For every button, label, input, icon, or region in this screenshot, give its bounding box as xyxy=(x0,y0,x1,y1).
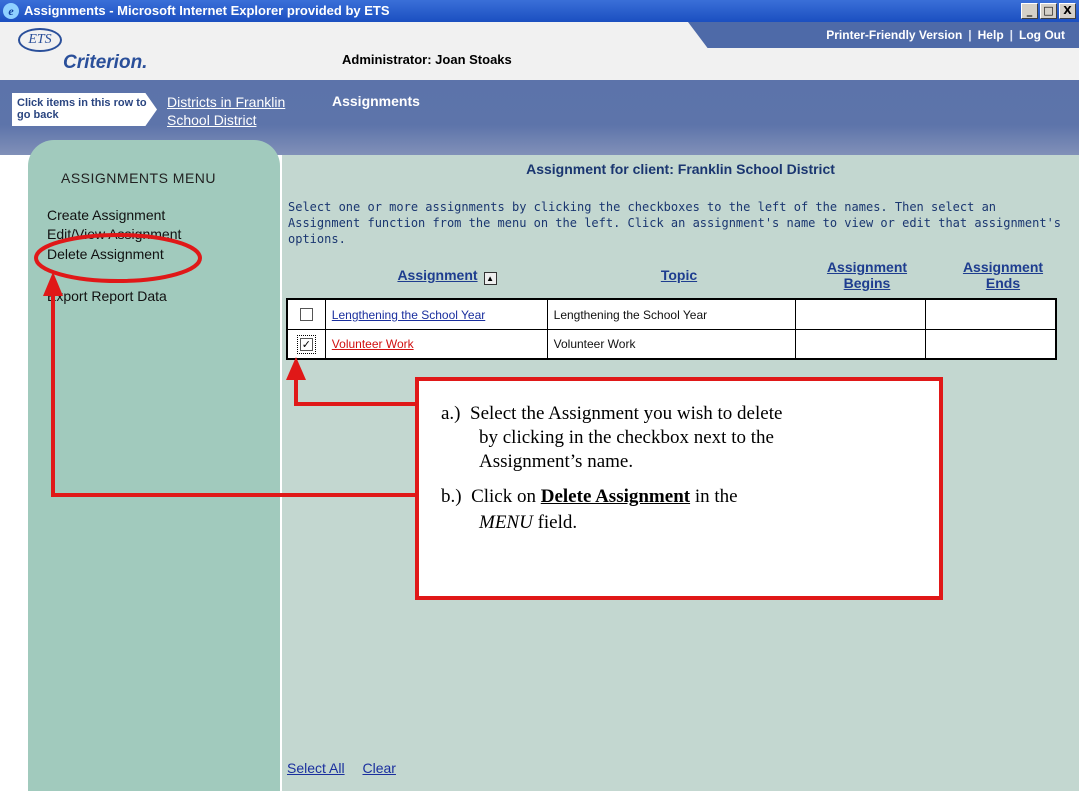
column-header-begins-line[interactable]: Assignment xyxy=(802,259,932,275)
callout-b-bold: Delete Assignment xyxy=(540,486,691,507)
menu-item-delete-assignment[interactable]: Delete Assignment xyxy=(47,246,164,262)
app-header: ETS Criterion. Administrator: Joan Stoak… xyxy=(0,22,1079,80)
printer-friendly-link[interactable]: Printer-Friendly Version xyxy=(826,28,962,42)
criterion-wordmark: Criterion. xyxy=(63,52,148,73)
window-title: Assignments - Microsoft Internet Explore… xyxy=(24,3,390,18)
internet-explorer-icon: e xyxy=(3,3,19,19)
column-header-assignment[interactable]: Assignment ▲ xyxy=(367,267,527,285)
column-header-assignment-label[interactable]: Assignment xyxy=(397,267,477,283)
select-all-link[interactable]: Select All xyxy=(287,760,345,776)
instructions-text: Select one or more assignments by clicki… xyxy=(288,200,1062,246)
instruction-callout: a.) Select the Assignment you wish to de… xyxy=(415,377,943,600)
window-title-bar: e Assignments - Microsoft Internet Explo… xyxy=(0,0,1079,22)
column-header-ends-line[interactable]: Assignment xyxy=(948,259,1058,275)
breadcrumb-link-districts[interactable]: Districts in Franklin School District xyxy=(167,93,287,129)
column-header-begins[interactable]: Assignment Begins xyxy=(802,259,932,291)
column-header-ends-line[interactable]: Ends xyxy=(948,275,1058,291)
menu-item-export-report-data[interactable]: Export Report Data xyxy=(47,288,167,304)
link-separator: | xyxy=(1009,28,1014,42)
sort-ascending-icon[interactable]: ▲ xyxy=(483,272,497,285)
window-controls: _ □ X xyxy=(1021,3,1076,19)
row-checkbox-cell xyxy=(288,300,325,329)
assignments-table: Lengthening the School Year Lengthening … xyxy=(286,298,1057,360)
table-row: ✓ Volunteer Work Volunteer Work xyxy=(288,329,1055,358)
callout-a-line: Assignment’s name. xyxy=(479,451,634,472)
administrator-name: Administrator: Joan Stoaks xyxy=(342,52,512,67)
callout-a-line: a.) Select the Assignment you wish to de… xyxy=(441,402,782,426)
row-checkbox-cell: ✓ xyxy=(288,330,325,358)
assignment-cell: Volunteer Work xyxy=(324,330,547,358)
topic-cell: Lengthening the School Year xyxy=(546,300,796,329)
menu-title: ASSIGNMENTS MENU xyxy=(61,170,217,186)
ets-logo-oval: ETS xyxy=(18,28,62,52)
callout-b-text: Click on xyxy=(471,486,536,507)
clear-link[interactable]: Clear xyxy=(362,760,395,776)
assignment-link[interactable]: Lengthening the School Year xyxy=(332,308,485,322)
breadcrumb-current: Assignments xyxy=(332,93,420,109)
breadcrumb-link-line[interactable]: School District xyxy=(167,111,287,129)
begins-cell xyxy=(795,300,925,329)
callout-b-italic: MENU xyxy=(479,512,533,533)
callout-a-prefix: a.) xyxy=(441,403,461,424)
callout-b-text: in the xyxy=(694,486,738,507)
topic-cell: Volunteer Work xyxy=(546,330,796,358)
link-separator: | xyxy=(968,28,972,42)
assignment-cell: Lengthening the School Year xyxy=(324,300,547,329)
callout-b-text: field. xyxy=(537,512,578,533)
selection-links: Select All Clear xyxy=(287,760,410,776)
ends-cell xyxy=(924,330,1055,358)
menu-item-edit-view-assignment[interactable]: Edit/View Assignment xyxy=(47,226,181,242)
callout-b-prefix: b.) xyxy=(441,486,462,507)
row-checkbox[interactable] xyxy=(299,308,313,321)
callout-b-line: MENU field. xyxy=(479,511,577,535)
client-title: Assignment for client: Franklin School D… xyxy=(526,161,835,177)
row-checkbox[interactable]: ✓ xyxy=(299,337,313,351)
breadcrumb-link-line[interactable]: Districts in Franklin xyxy=(167,93,287,111)
help-link[interactable]: Help xyxy=(978,28,1004,42)
column-header-topic[interactable]: Topic xyxy=(609,267,749,283)
menu-item-create-assignment[interactable]: Create Assignment xyxy=(47,207,165,223)
begins-cell xyxy=(795,330,925,358)
table-header: Assignment ▲ Topic Assignment Begins Assi… xyxy=(282,255,1079,297)
top-links-bar: Printer-Friendly Version | Help | Log Out xyxy=(688,22,1079,48)
assignments-menu: ASSIGNMENTS MENU Create Assignment Edit/… xyxy=(28,140,280,791)
close-button[interactable]: X xyxy=(1059,3,1076,19)
column-header-ends[interactable]: Assignment Ends xyxy=(948,259,1058,291)
minimize-button[interactable]: _ xyxy=(1021,3,1038,19)
back-hint-tag: Click items in this row to go back xyxy=(12,93,157,126)
assignment-link[interactable]: Volunteer Work xyxy=(332,337,414,351)
ends-cell xyxy=(924,300,1055,329)
column-header-begins-line[interactable]: Begins xyxy=(802,275,932,291)
logout-link[interactable]: Log Out xyxy=(1019,28,1065,42)
table-row: Lengthening the School Year Lengthening … xyxy=(288,300,1055,329)
callout-a-line: by clicking in the checkbox next to the xyxy=(479,427,774,448)
maximize-button[interactable]: □ xyxy=(1040,3,1057,19)
row-checkbox-focus: ✓ xyxy=(296,334,316,354)
callout-b-line: b.) Click on Delete Assignment in the xyxy=(441,485,738,509)
callout-a-text: Select the Assignment you wish to delete xyxy=(470,403,783,424)
